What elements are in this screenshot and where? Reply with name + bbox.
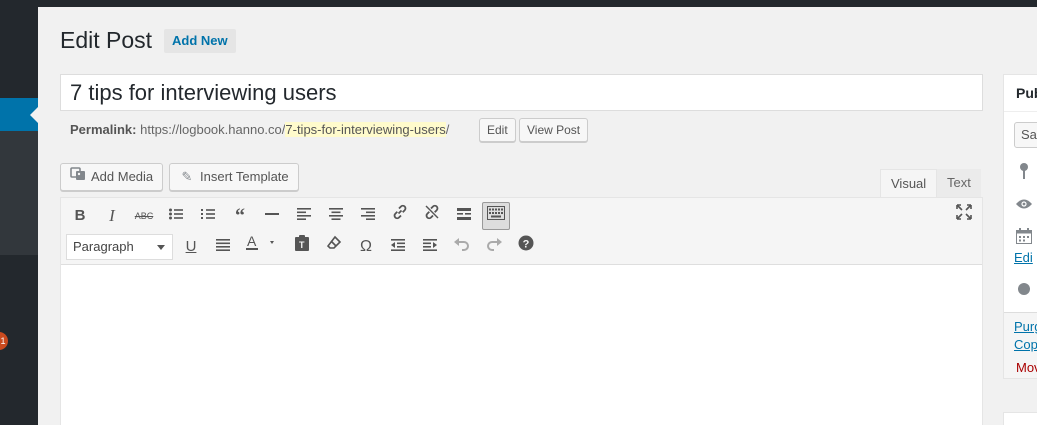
svg-text:?: ? (523, 239, 530, 251)
eye-icon (1014, 197, 1034, 214)
add-media-button[interactable]: Add Media (60, 163, 164, 191)
post-title-input[interactable]: 7 tips for interviewing users (60, 74, 983, 111)
publish-box: Pub Sa Edi Purg Cop Mov (1003, 74, 1037, 379)
tab-visual[interactable]: Visual (880, 169, 938, 198)
permalink-edit-button[interactable]: Edit (479, 118, 516, 142)
calendar-icon (1014, 228, 1034, 248)
justify-icon[interactable] (209, 233, 237, 261)
edit-date-link[interactable]: Edi (1014, 250, 1033, 265)
editor-toolbar: B I ABC “ Paragraph U A T Ω ? (61, 198, 982, 265)
permalink-label: Permalink: (70, 122, 137, 137)
clear-formatting-icon[interactable] (320, 233, 348, 261)
sidebar-submenu (0, 131, 38, 255)
chevron-down-icon (157, 245, 165, 250)
redo-icon[interactable] (480, 233, 508, 261)
pin-icon (1014, 162, 1034, 184)
purge-cache-link[interactable]: Purg (1014, 319, 1037, 334)
admin-sidebar: 1 (0, 0, 38, 425)
align-right-icon[interactable] (354, 202, 382, 230)
status-dot-icon (1014, 282, 1034, 299)
read-more-icon[interactable] (450, 202, 478, 230)
undo-icon[interactable] (448, 233, 476, 261)
outdent-icon[interactable] (384, 233, 412, 261)
italic-icon[interactable]: I (98, 202, 126, 230)
unlink-icon[interactable] (418, 202, 446, 230)
insert-template-button[interactable]: ✎ Insert Template (169, 163, 299, 191)
align-left-icon[interactable] (290, 202, 318, 230)
post-editor: B I ABC “ Paragraph U A T Ω ? (60, 197, 983, 425)
purge-cache-link-line2[interactable]: Cop (1014, 337, 1037, 352)
underline-icon[interactable]: U (177, 233, 205, 261)
move-to-trash-link[interactable]: Mov (1016, 360, 1037, 375)
help-icon[interactable]: ? (512, 233, 540, 261)
admin-bar (0, 0, 1037, 7)
add-media-label: Add Media (91, 169, 154, 184)
publish-box-title: Pub (1016, 85, 1037, 101)
paragraph-format-select[interactable]: Paragraph (66, 234, 173, 260)
current-menu-arrow (30, 107, 38, 123)
svg-text:T: T (299, 240, 305, 250)
fullscreen-icon[interactable] (950, 202, 978, 230)
view-post-button[interactable]: View Post (519, 118, 589, 142)
insert-template-label: Insert Template (200, 169, 289, 184)
sidebar-metabox (1003, 412, 1037, 425)
permalink-base-url[interactable]: https://logbook.hanno.co/ (140, 122, 285, 137)
link-icon[interactable] (386, 202, 414, 230)
toolbar-toggle-icon[interactable] (482, 202, 510, 230)
special-character-icon[interactable]: Ω (352, 233, 380, 261)
update-count-badge: 1 (0, 332, 8, 350)
format-select-value: Paragraph (73, 239, 134, 254)
align-center-icon[interactable] (322, 202, 350, 230)
save-draft-button[interactable]: Sa (1014, 122, 1037, 148)
horizontal-line-icon[interactable] (258, 202, 286, 230)
svg-text:A: A (247, 235, 257, 249)
tab-text[interactable]: Text (937, 169, 981, 198)
pencil-icon: ✎ (181, 169, 193, 184)
permalink-slug[interactable]: 7-tips-for-interviewing-users (285, 122, 446, 137)
permalink: Permalink: https://logbook.hanno.co/7-ti… (70, 120, 449, 140)
bold-icon[interactable]: B (66, 202, 94, 230)
strikethrough-icon[interactable]: ABC (130, 202, 158, 230)
numbered-list-icon[interactable] (194, 202, 222, 230)
add-new-button[interactable]: Add New (164, 29, 236, 53)
editor-content-area[interactable] (61, 266, 982, 425)
indent-icon[interactable] (416, 233, 444, 261)
text-color-icon[interactable]: A (241, 233, 281, 261)
paste-as-text-icon[interactable]: T (288, 233, 316, 261)
add-media-icon (69, 164, 87, 190)
permalink-trailing-slash: / (445, 122, 450, 137)
bullet-list-icon[interactable] (162, 202, 190, 230)
page-title: Edit Post (60, 27, 153, 53)
blockquote-icon[interactable]: “ (226, 202, 254, 230)
divider (1004, 111, 1037, 112)
